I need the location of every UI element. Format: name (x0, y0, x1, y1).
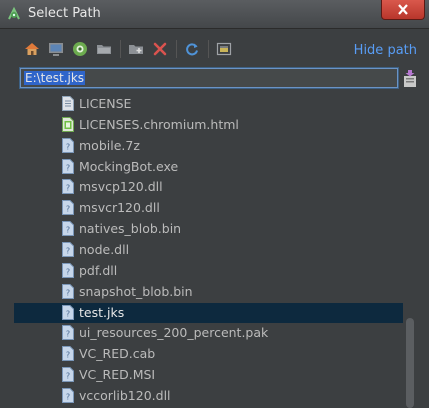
file-name: LICENSE (79, 96, 132, 111)
file-row[interactable]: ? test.jks (14, 303, 403, 323)
text-file-icon (62, 96, 74, 111)
file-name: pdf.dll (79, 263, 118, 278)
html-file-icon (62, 117, 74, 132)
file-name: test.jks (79, 305, 125, 320)
window-title: Select Path (28, 6, 101, 21)
home-icon[interactable] (24, 41, 40, 57)
svg-text:?: ? (66, 393, 70, 402)
file-name: mobile.7z (79, 138, 140, 153)
close-button[interactable] (381, 0, 425, 20)
unknown-file-icon: ? (62, 367, 74, 382)
file-name: node.dll (79, 242, 130, 257)
refresh-icon[interactable] (184, 41, 200, 57)
hide-path-link[interactable]: Hide path (354, 43, 417, 58)
close-icon (398, 4, 408, 15)
file-name: natives_blob.bin (79, 221, 182, 236)
toolbar-separator (176, 40, 177, 58)
file-row[interactable]: ? VC_RED.MSI (14, 365, 403, 385)
file-row[interactable]: LICENSES.chromium.html (14, 115, 403, 135)
unknown-file-icon: ? (62, 242, 74, 257)
file-name: vccorlib120.dll (79, 388, 171, 403)
toolbar: Hide path (0, 34, 429, 66)
file-name: snapshot_blob.bin (79, 284, 193, 299)
file-row[interactable]: ? mobile.7z (14, 136, 403, 156)
file-row[interactable]: LICENSE (14, 94, 403, 114)
unknown-file-icon: ? (62, 305, 74, 320)
unknown-file-icon: ? (62, 138, 74, 153)
file-name: VC_RED.MSI (79, 367, 156, 382)
svg-text:?: ? (66, 351, 70, 360)
file-row[interactable]: ? node.dll (14, 240, 403, 260)
new-folder-icon[interactable] (128, 41, 144, 57)
unknown-file-icon: ? (62, 325, 74, 340)
file-name: msvcp120.dll (79, 179, 163, 194)
file-row[interactable]: ? pdf.dll (14, 261, 403, 281)
file-row[interactable]: ? msvcr120.dll (14, 198, 403, 218)
folder-icon[interactable] (96, 41, 112, 57)
svg-text:?: ? (66, 372, 70, 381)
file-row[interactable]: ? snapshot_blob.bin (14, 282, 403, 302)
file-row[interactable]: ? msvcp120.dll (14, 177, 403, 197)
file-name: LICENSES.chromium.html (79, 117, 239, 132)
svg-text:?: ? (66, 164, 70, 173)
show-hidden-icon[interactable] (216, 41, 232, 57)
svg-text:?: ? (66, 268, 70, 277)
scrollbar-thumb[interactable] (406, 318, 414, 408)
title-bar: Select Path (0, 0, 429, 29)
svg-text:?: ? (66, 247, 70, 256)
unknown-file-icon: ? (62, 284, 74, 299)
unknown-file-icon: ? (62, 221, 74, 236)
svg-text:?: ? (66, 205, 70, 214)
svg-text:?: ? (66, 310, 70, 319)
file-row[interactable]: ? natives_blob.bin (14, 219, 403, 239)
unknown-file-icon: ? (62, 159, 74, 174)
file-name: MockingBot.exe (79, 159, 179, 174)
file-row[interactable]: ? ui_resources_200_percent.pak (14, 323, 403, 343)
svg-text:?: ? (66, 330, 70, 339)
file-row[interactable]: ? vccorlib120.dll (14, 386, 403, 406)
svg-text:?: ? (66, 289, 70, 298)
toolbar-separator (208, 40, 209, 58)
file-list[interactable]: LICENSE LICENSES.chromium.html? mobile.7z?… (14, 92, 403, 408)
svg-text:?: ? (66, 184, 70, 193)
svg-text:?: ? (66, 226, 70, 235)
file-name: VC_RED.cab (79, 346, 156, 361)
unknown-file-icon: ? (62, 200, 74, 215)
file-name: ui_resources_200_percent.pak (79, 325, 269, 340)
unknown-file-icon: ? (62, 346, 74, 361)
unknown-file-icon: ? (62, 179, 74, 194)
path-history-icon[interactable] (402, 70, 418, 88)
path-input[interactable]: E:\test.jks (20, 68, 398, 88)
file-name: msvcr120.dll (79, 200, 160, 215)
project-icon[interactable] (72, 41, 88, 57)
path-input-value: E:\test.jks (24, 71, 86, 85)
file-row[interactable]: ? VC_RED.cab (14, 344, 403, 364)
android-studio-icon (8, 6, 20, 20)
delete-icon[interactable] (152, 41, 168, 57)
svg-text:?: ? (66, 143, 70, 152)
toolbar-separator (120, 40, 121, 58)
unknown-file-icon: ? (62, 263, 74, 278)
unknown-file-icon: ? (62, 388, 74, 403)
desktop-icon[interactable] (48, 41, 64, 57)
file-row[interactable]: ? MockingBot.exe (14, 157, 403, 177)
